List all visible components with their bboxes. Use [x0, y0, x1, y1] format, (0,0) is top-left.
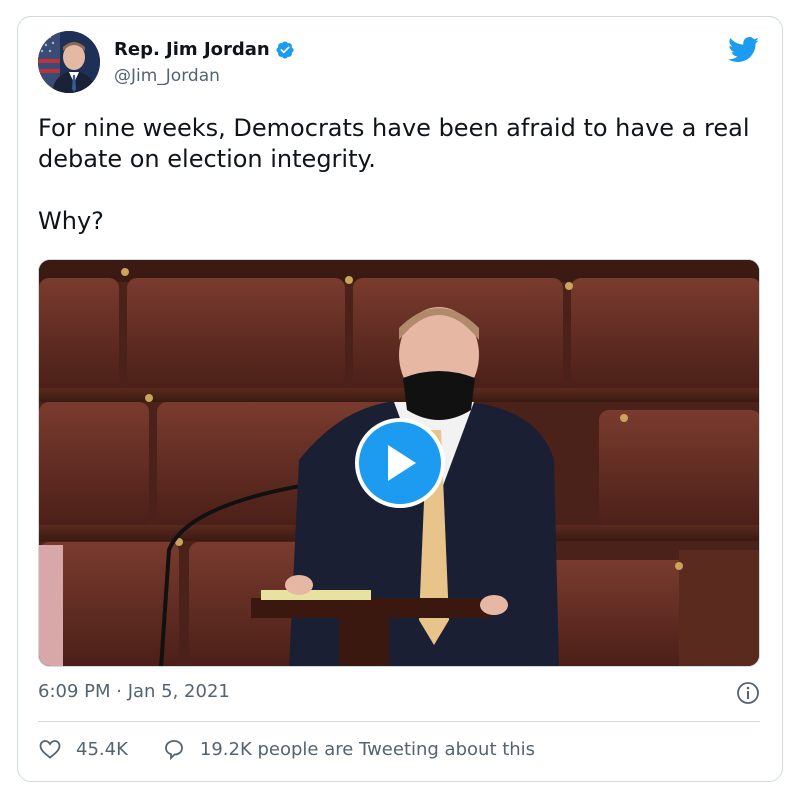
reply-button[interactable]: 19.2K people are Tweeting about this: [162, 737, 535, 761]
info-icon[interactable]: [736, 681, 760, 705]
tweet-actions: 45.4K 19.2K people are Tweeting about th…: [38, 737, 535, 761]
tweet-timestamp[interactable]: 6:09 PM · Jan 5, 2021: [38, 681, 230, 702]
tweet-card[interactable]: Rep. Jim Jordan @Jim_Jordan For nine wee…: [17, 16, 783, 782]
play-icon: [388, 445, 416, 481]
avatar-image: [38, 31, 100, 93]
tweeting-count: 19.2K people are Tweeting about this: [199, 738, 536, 760]
like-button[interactable]: 45.4K: [38, 737, 128, 761]
heart-icon: [39, 740, 61, 759]
verified-badge-icon: [276, 40, 294, 59]
author-name-row[interactable]: Rep. Jim Jordan: [114, 39, 295, 60]
video-player[interactable]: [38, 259, 760, 667]
author-name[interactable]: Rep. Jim Jordan: [114, 39, 270, 60]
play-button[interactable]: [355, 418, 445, 508]
like-count: 45.4K: [76, 738, 128, 760]
twitter-bird-icon[interactable]: [728, 37, 760, 63]
divider: [38, 721, 760, 722]
tweet-text: For nine weeks, Democrats have been afra…: [38, 114, 750, 235]
reply-bubble-icon: [164, 740, 183, 761]
author-handle[interactable]: @Jim_Jordan: [114, 66, 220, 86]
avatar[interactable]: [38, 31, 100, 93]
